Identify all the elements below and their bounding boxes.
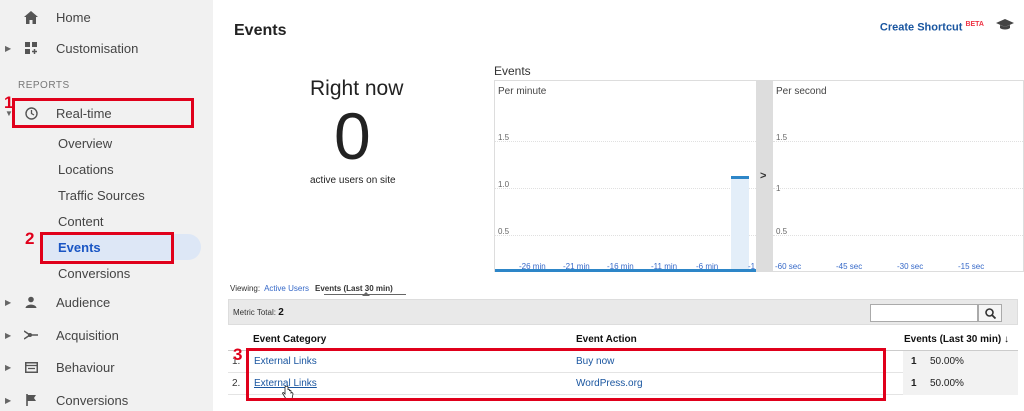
annotation-number-3: 3: [233, 345, 243, 364]
per-second-label: Per second: [776, 86, 827, 97]
x-tick-label: -15 sec: [958, 262, 985, 271]
nav-acquisition[interactable]: ▶ Acquisition: [0, 321, 119, 349]
reports-header: REPORTS: [18, 80, 70, 91]
sidebar: Home ▶ Customisation REPORTS ▼ Real-time…: [0, 0, 213, 411]
gridline: [495, 141, 756, 142]
y-tick-label: 0.5: [498, 227, 510, 236]
gridline: [773, 141, 1023, 142]
col-event-action[interactable]: Event Action: [576, 334, 637, 345]
nav-customisation[interactable]: ▶ Customisation: [0, 34, 138, 62]
annotation-number-2: 2: [25, 229, 35, 248]
col-events-last-30[interactable]: Events (Last 30 min) ↓: [904, 334, 1009, 345]
per-second-chart: Per second 1.5 1 0.5: [773, 80, 1024, 272]
chart-bar-current-minute: [731, 176, 749, 179]
create-shortcut-link[interactable]: Create Shortcut BETA: [880, 21, 984, 34]
annotation-box-realtime: [12, 98, 194, 128]
gridline: [495, 188, 756, 189]
y-tick-label: 0.5: [776, 227, 788, 236]
nav-realtime-overview[interactable]: Overview: [58, 136, 112, 151]
search-button[interactable]: [978, 304, 1002, 322]
person-icon: [21, 296, 41, 308]
y-tick-label: 1.0: [498, 180, 510, 189]
view-events-current[interactable]: Events (Last 30 min): [315, 284, 393, 293]
x-tick-label: -6 min: [696, 262, 719, 271]
view-active-users-link[interactable]: Active Users: [264, 284, 309, 293]
home-icon: [21, 10, 41, 24]
expand-panel-toggle[interactable]: >: [757, 80, 773, 272]
nav-behaviour[interactable]: ▶ Behaviour: [0, 353, 115, 381]
page-title: Events: [234, 22, 287, 39]
right-now-title: Right now: [310, 77, 404, 100]
caret-right-icon: ▶: [5, 395, 12, 405]
x-tick-label: -21 min: [563, 262, 590, 271]
x-tick-label: -30 sec: [897, 262, 924, 271]
y-tick-label: 1.5: [776, 133, 788, 142]
sort-down-icon: ↓: [1004, 334, 1010, 345]
annotation-box-table-rows: [246, 348, 886, 401]
nav-realtime-locations[interactable]: Locations: [58, 162, 114, 177]
x-tick-label: -26 min: [519, 262, 546, 271]
caret-right-icon: ▶: [5, 362, 12, 372]
nav-home[interactable]: Home: [0, 3, 91, 31]
gridline: [773, 188, 1023, 189]
active-users-label: active users on site: [310, 175, 396, 186]
per-minute-chart: Per minute 1.5 1.0 0.5: [494, 80, 757, 272]
event-count: 1: [911, 356, 917, 367]
x-tick-label: -16 min: [607, 262, 634, 271]
behaviour-icon: [21, 361, 41, 373]
search-icon: [984, 307, 996, 319]
events-chart-title: Events: [494, 64, 531, 78]
nav-realtime-conversions[interactable]: Conversions: [58, 266, 130, 281]
table-search-input[interactable]: [870, 304, 978, 322]
viewing-notch: [362, 292, 370, 296]
beta-badge: BETA: [965, 21, 984, 28]
caret-right-icon: ▶: [5, 43, 12, 53]
event-count: 1: [911, 378, 917, 389]
per-minute-label: Per minute: [498, 86, 547, 97]
x-tick-label: -11 min: [651, 262, 678, 271]
chart-bar-highlight: [731, 176, 749, 272]
metric-total-value: 2: [278, 307, 284, 318]
dashboard-grid-icon: [21, 42, 41, 54]
y-tick-label: 1.5: [498, 133, 510, 142]
chevron-right-icon: >: [760, 170, 767, 182]
event-percentage: 50.00%: [930, 356, 964, 367]
col-event-category[interactable]: Event Category: [253, 334, 326, 345]
acquisition-icon: [21, 329, 41, 341]
gridline: [773, 235, 1023, 236]
graduation-cap-icon[interactable]: [996, 18, 1014, 36]
event-percentage: 50.00%: [930, 378, 964, 389]
y-tick-label: 1: [776, 184, 781, 193]
nav-realtime-traffic-sources[interactable]: Traffic Sources: [58, 188, 145, 203]
nav-audience[interactable]: ▶ Audience: [0, 288, 110, 316]
x-tick-label: -45 sec: [836, 262, 863, 271]
nav-realtime-content[interactable]: Content: [58, 214, 104, 229]
active-users-count: 0: [334, 99, 371, 173]
x-tick-label: -60 sec: [775, 262, 802, 271]
annotation-box-events: [40, 232, 174, 264]
nav-conversions[interactable]: ▶ Conversions: [0, 386, 128, 411]
caret-right-icon: ▶: [5, 330, 12, 340]
caret-right-icon: ▶: [5, 297, 12, 307]
flag-icon: [21, 394, 41, 406]
x-tick-label: -1: [748, 262, 756, 271]
gridline: [495, 235, 756, 236]
